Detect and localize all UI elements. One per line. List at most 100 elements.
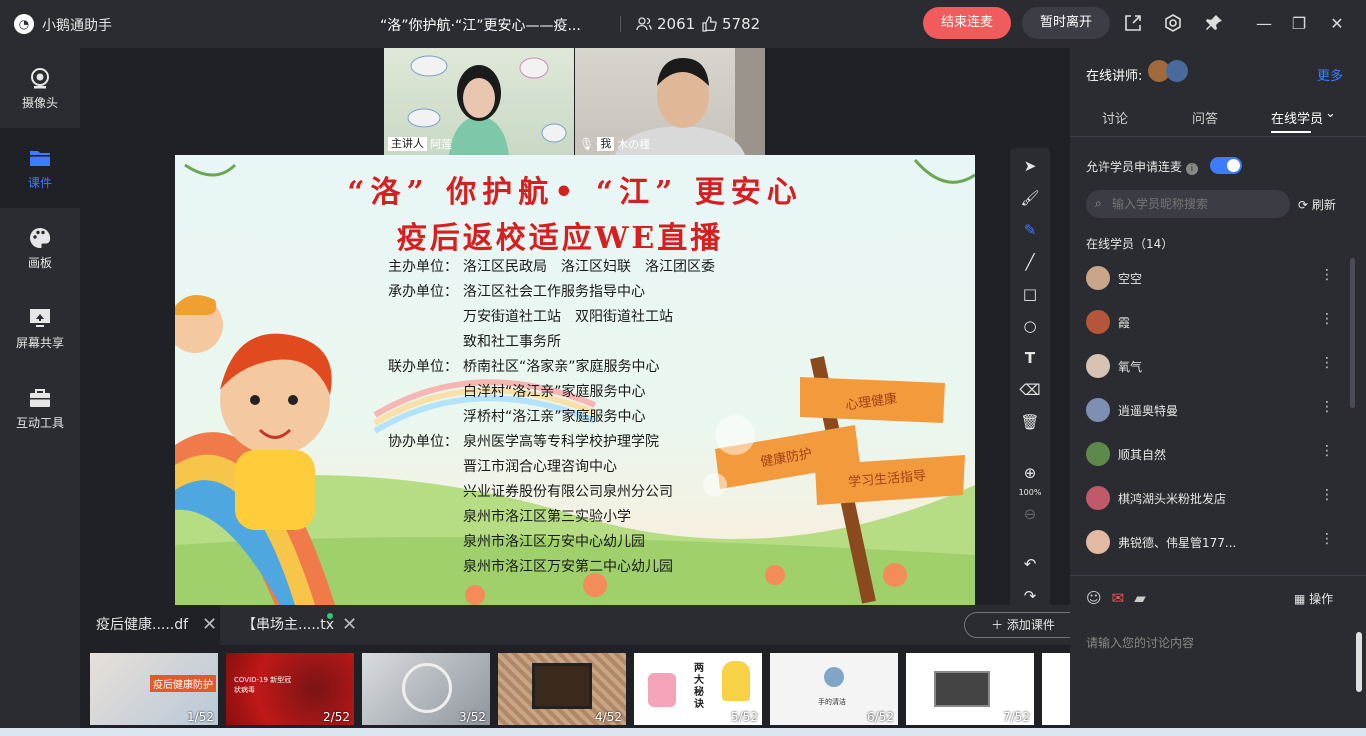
tab-qa[interactable]: 问答 [1192,108,1218,127]
thumbnail[interactable]: 4/52 [498,653,626,725]
close-tab-icon[interactable]: ✕ [342,605,357,645]
courseware-slide[interactable]: “洛” 你护航• “江” 更安心 疫后返校适应WE直播 心理健康 健康防护 学习… [175,155,975,605]
info-icon[interactable]: i [1185,163,1198,175]
host-name: 阿莲 [430,138,452,151]
sidebar-item-courseware[interactable]: 课件 [0,128,80,208]
line-text: 白洋村“洛江亲”家庭服务中心 [463,384,646,400]
thumbnail[interactable]: 疫后健康防护 1/52 [90,653,218,725]
thumbnail[interactable]: 手的清洁 6/52 [770,653,898,725]
list-item[interactable]: 空空 ⋮ [1070,258,1350,302]
file-tab[interactable]: 疫后健康.....df ✕ [80,605,220,645]
trash-icon[interactable]: 🗑 [1018,410,1042,434]
sidebar-item-interactive-tools[interactable]: 互动工具 [0,368,80,448]
avatar [1086,530,1110,554]
more-options-icon[interactable]: ⋮ [1320,311,1334,327]
add-courseware-button[interactable]: ＋ 添加课件 [964,612,1082,638]
more-options-icon[interactable]: ⋮ [1320,355,1334,371]
minimize-icon[interactable]: — [1253,13,1275,35]
more-link[interactable]: 更多 [1317,65,1343,84]
organizer-line: 白洋村“洛江亲”家庭服务中心 [388,380,715,405]
settings-icon[interactable] [1162,13,1184,35]
tab-online-students[interactable]: 在线学员 [1271,108,1323,127]
app-logo-icon: ◔ [14,14,34,34]
zoom-in-icon[interactable]: ⊕ [1018,461,1042,485]
avatar [1086,354,1110,378]
close-icon[interactable]: ✕ [1326,13,1348,35]
leave-button[interactable]: 暂时离开 [1022,7,1110,39]
thumbnail-number: 2/52 [323,710,350,724]
close-tab-icon[interactable]: ✕ [202,605,217,645]
brush-icon[interactable]: 🖌 [1018,186,1042,210]
chat-input[interactable]: 请输入您的讨论内容 [1086,634,1194,651]
avatar[interactable] [1166,60,1188,82]
thumbnail[interactable]: 两大秘诀 5/52 [634,653,762,725]
line-label: 协办单位： [388,434,458,450]
pointer-icon[interactable]: ➤ [1018,154,1042,178]
red-packet-icon[interactable]: ✉ [1112,589,1125,607]
text-icon[interactable]: T [1018,346,1042,370]
eraser-icon[interactable]: ⌫ [1018,378,1042,402]
add-courseware-label: 添加课件 [1006,618,1055,632]
allow-mic-label: 允许学员申请连麦 i [1086,158,1198,175]
more-options-icon[interactable]: ⋮ [1320,267,1334,283]
share-icon[interactable] [1122,13,1144,35]
list-item[interactable]: 霞 ⋮ [1070,302,1350,346]
list-item[interactable]: 氧气 ⋮ [1070,346,1350,390]
sidebar-item-screen-share[interactable]: 屏幕共享 [0,288,80,368]
zoom-out-icon[interactable]: ⊖ [1018,502,1042,526]
line-text: 洛江区民政局 洛江区妇联 洛江团区委 [463,259,715,275]
right-panel: 在线讲师: 更多 讨论 问答 在线学员 ⌄ 允许学员申请连麦 i ⌕ ⟳ 刷新 … [1070,48,1366,736]
list-item[interactable]: 弗锐德、伟星管177... ⋮ [1070,522,1350,566]
member-list-scrollbar[interactable] [1350,258,1355,408]
folder-icon[interactable]: ▰ [1134,589,1146,607]
divider [1070,136,1366,137]
search-icon: ⌕ [1095,196,1102,210]
chevron-down-icon[interactable]: ⌄ [1325,106,1336,121]
student-search-input[interactable] [1086,190,1290,218]
list-item[interactable]: 棋鸿湖头米粉批发店 ⋮ [1070,478,1350,522]
emoji-icon[interactable]: ☺ [1086,589,1102,607]
mic-muted-icon[interactable]: 🎙 [579,137,594,151]
role-tag: 主讲人 [388,137,427,151]
more-options-icon[interactable]: ⋮ [1320,443,1334,459]
thumbnail[interactable]: 7/52 [906,653,1034,725]
operate-button[interactable]: ▦ 操作 [1294,590,1333,607]
chat-scrollbar[interactable] [1356,632,1362,692]
thumbnail[interactable] [1042,653,1070,725]
organizer-line: 联办单位： 桥南社区“洛家亲”家庭服务中心 [388,355,715,380]
line-text: 桥南社区“洛家亲”家庭服务中心 [463,359,660,375]
more-options-icon[interactable]: ⋮ [1320,487,1334,503]
list-item[interactable]: 逍遥奥特曼 ⋮ [1070,390,1350,434]
self-label: 🎙 我 木の槿 [579,136,650,152]
list-item[interactable]: 顺其自然 ⋮ [1070,434,1350,478]
avatar [1086,310,1110,334]
refresh-button[interactable]: ⟳ 刷新 [1298,196,1336,213]
sidebar-item-whiteboard[interactable]: 画板 [0,208,80,288]
maximize-icon[interactable]: ❐ [1288,13,1310,35]
pin-icon[interactable] [1203,13,1225,35]
avatar [1086,442,1110,466]
more-options-icon[interactable]: ⋮ [1320,399,1334,415]
tab-discussion[interactable]: 讨论 [1102,108,1128,127]
video-tile-host[interactable]: 主讲人 阿莲 [384,48,574,155]
allow-mic-toggle[interactable] [1210,157,1242,174]
thumbnail[interactable]: 3/52 [362,653,490,725]
line-icon[interactable]: ╱ [1018,250,1042,274]
sidebar-item-label: 屏幕共享 [15,336,64,350]
pen-icon[interactable]: ✎ [1018,218,1042,242]
member-name: 弗锐德、伟星管177... [1118,536,1237,550]
undo-icon[interactable]: ↶ [1018,552,1042,576]
file-tab[interactable]: 【串场主.....tx ✕ [230,605,370,645]
circle-icon[interactable]: ○ [1018,314,1042,338]
line-text: 致和社工事务所 [463,334,561,350]
slide-organizers: 主办单位： 洛江区民政局 洛江区妇联 洛江团区委 承办单位： 洛江区社会工作服务指导… [388,255,715,580]
chat-tools: ☺ ✉ ▰ [1086,589,1146,607]
sidebar-item-label: 摄像头 [21,96,58,110]
more-options-icon[interactable]: ⋮ [1320,531,1334,547]
video-tile-self[interactable]: 🎙 我 木の槿 [575,48,765,155]
thumbs-up-icon [702,16,717,32]
sidebar-item-camera[interactable]: 摄像头 [0,48,80,128]
thumbnail[interactable]: COVID-19 新型冠状病毒 2/52 [226,653,354,725]
rectangle-icon[interactable]: □ [1018,282,1042,306]
end-mic-button[interactable]: 结束连麦 [923,7,1011,39]
